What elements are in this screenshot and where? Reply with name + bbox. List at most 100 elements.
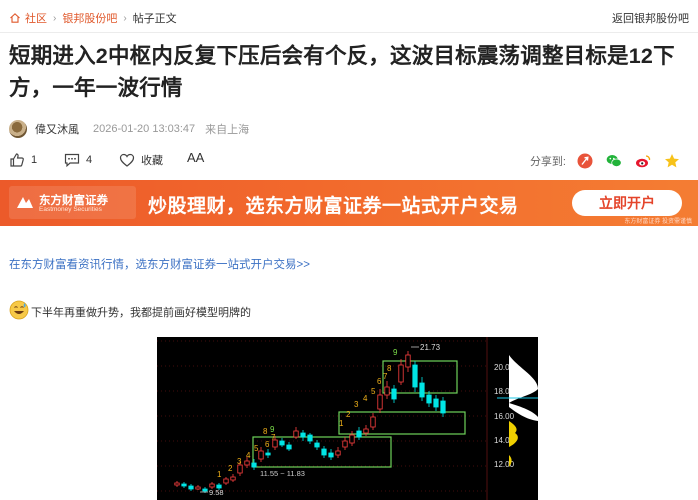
post-body: 下半年再重做升势，我都提前画好模型明牌的 [9,300,251,320]
author-name[interactable]: 偉又沐風 [35,121,79,137]
comment-button[interactable]: 4 [64,152,92,168]
price-tick-label: 16.00 [494,412,515,421]
candle-body [349,434,355,444]
thumbs-up-icon [10,153,24,167]
candle-body [391,388,397,400]
candle-body [293,430,299,438]
post-title: 短期进入2中枢内反复下压后会有个反，这波目标震荡调整目标是12下方，一年一波行情 [9,44,675,100]
comment-icon [64,153,80,168]
chevron-right-icon: › [53,12,57,24]
candle-body [356,430,362,438]
eastmoney-logo: 东方财富证券 Eastmoney Securities [9,186,136,219]
wave-count-label: 6 [377,377,382,386]
favorite-label: 收藏 [141,155,163,167]
logo-english: Eastmoney Securities [39,206,102,213]
candle-body [377,394,383,410]
candle-body [363,428,369,434]
share-label: 分享到: [529,156,566,168]
post-meta: 偉又沐風 2026-01-20 13:03:47 来自上海 [9,119,249,139]
candle-body [300,432,306,438]
wave-count-label: 5 [371,387,376,396]
candle-body [174,482,180,486]
candle-body [202,488,208,492]
candle-body [412,364,418,388]
breadcrumb-community[interactable]: 社区 [25,10,47,26]
candle-body [328,452,334,458]
candle-body [398,364,404,383]
wave-count-label: 3 [354,400,359,409]
qzone-star-icon[interactable] [664,153,680,169]
candle-body [279,440,285,446]
wave-count-label: 8 [263,427,268,436]
weibo-icon[interactable] [635,153,651,169]
wave-count-label: 6 [265,440,270,449]
candle-body [384,386,390,396]
wave-count-label: 1 [217,470,222,479]
font-size-label: AA [187,150,205,165]
banner-slogan: 炒股理财，选东方财富证券一站式开户交易 [148,196,519,217]
wave-count-label: 4 [363,394,368,403]
candle-body [405,354,411,368]
wave-count-label: 1 [339,419,344,428]
tencent-weibo-icon[interactable] [577,153,593,169]
post-location: 来自上海 [205,124,250,136]
stock-chart-image[interactable]: 20.00 18.00 16.00 14.00 12.00 1 2 3 4 5 6 7 8 9 1 2 3 4 5 6… [157,337,538,500]
comment-count: 4 [86,154,93,166]
wave-count-label: 9 [393,348,398,357]
breadcrumb-current: 帖子正文 [132,13,177,25]
home-icon[interactable] [9,12,21,24]
breadcrumb-forum[interactable]: 银邦股份吧 [62,10,117,26]
like-button[interactable]: 1 [9,152,37,168]
top-bar: 社区 › 银邦股份吧 › 帖子正文 返回银邦股份吧 [0,0,698,33]
heart-icon [119,153,135,167]
chevron-right-icon: › [123,12,127,24]
candle-body [321,448,327,456]
wave-count-label: 8 [387,364,392,373]
candle-body [223,478,229,484]
candle-body [370,416,376,428]
candle-body [286,444,292,450]
avatar[interactable] [9,120,27,138]
candle-body [244,460,250,466]
wave-count-label: 7 [383,372,388,381]
promo-link[interactable]: 在东方财富看资讯行情，选东方财富证券一站式开户交易>> [9,256,310,272]
candle-body [188,485,194,490]
post-date: 2026-01-20 13:03:47 [93,123,196,135]
sweat-smile-emoji-icon [9,300,29,320]
wave-count-label: 2 [346,410,351,419]
candle-body [181,483,187,487]
candle-body [419,382,425,398]
zone-range-label: 11.55 ~ 11.83 [260,469,305,478]
wave-count-label: 9 [270,425,275,434]
candle-body [307,434,313,442]
candle-body [251,462,257,468]
candle-body [258,450,264,460]
breadcrumb: 社区 › 银邦股份吧 › 帖子正文 [9,10,177,26]
candle-body [440,400,446,414]
favorite-button[interactable]: 收藏 [119,152,163,168]
share-bar: 分享到: [530,153,680,169]
candle-body [342,440,348,448]
wave-count-label: 3 [237,457,242,466]
wave-count-label: 5 [254,444,259,453]
ad-banner[interactable]: 东方财富证券 Eastmoney Securities 炒股理财，选东方财富证券… [0,180,698,226]
candle-body [433,398,439,408]
low-price-label: 9.58 [209,488,224,497]
wechat-icon[interactable] [606,153,622,169]
action-bar: 1 4 收藏 AA 分享到: [9,150,689,172]
candle-body [209,483,215,488]
candle-body [314,442,320,448]
wave-count-label: 7 [271,433,276,442]
candle-body [230,476,236,481]
candle-body [426,394,432,404]
wave-count-label: 4 [246,451,251,460]
back-to-forum-link[interactable]: 返回银邦股份吧 [612,10,689,26]
font-size-button[interactable]: AA [187,150,204,165]
open-account-button[interactable]: 立即开户 [572,190,682,216]
candle-body [335,450,341,456]
post-text: 下半年再重做升势，我都提前画好模型明牌的 [31,307,251,319]
wave-count-label: 2 [228,464,233,473]
candle-body [237,464,243,474]
candle-body [195,486,201,490]
candle-body [265,452,271,456]
